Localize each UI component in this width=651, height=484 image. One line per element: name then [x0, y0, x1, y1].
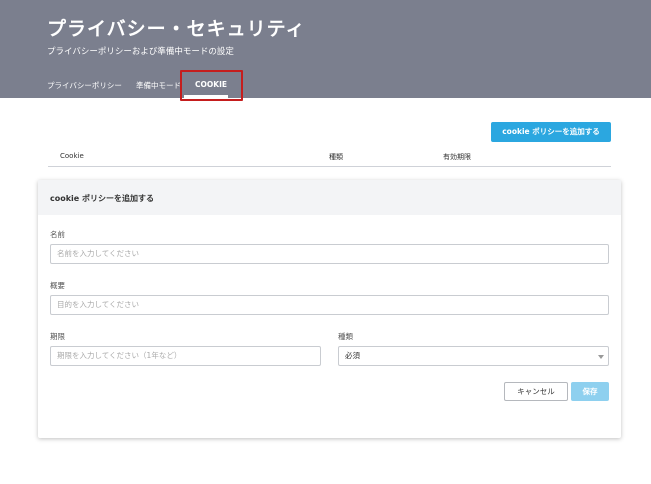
name-label: 名前: [50, 230, 65, 239]
type-label: 種類: [338, 332, 353, 341]
tab-highlight-box: [180, 70, 243, 101]
column-header-expiry: 有効期限: [443, 153, 471, 161]
type-select-value: 必須: [345, 351, 360, 360]
save-button[interactable]: 保存: [571, 382, 609, 401]
add-cookie-policy-panel: cookie ポリシーを追加する 名前 名前を入力してください 概要 目的を入力…: [38, 180, 621, 438]
add-cookie-policy-button[interactable]: cookie ポリシーを追加する: [491, 122, 611, 142]
description-input[interactable]: 目的を入力してください: [50, 295, 609, 315]
page-title: プライバシー・セキュリティ: [47, 18, 306, 40]
chevron-down-icon: [598, 355, 604, 359]
cookie-table-header: Cookie 種類 有効期限: [48, 145, 611, 167]
panel-title: cookie ポリシーを追加する: [50, 194, 155, 203]
type-select[interactable]: 必須: [338, 346, 609, 366]
panel-header: cookie ポリシーを追加する: [38, 180, 621, 215]
page-header: プライバシー・セキュリティ プライバシーポリシーおよび準備中モードの設定 プライ…: [0, 0, 651, 98]
tab-maintenance-mode[interactable]: 準備中モード: [136, 80, 181, 91]
column-header-cookie: Cookie: [60, 152, 84, 160]
expiry-input[interactable]: 期限を入力してください（1年など）: [50, 346, 321, 366]
description-label: 概要: [50, 281, 65, 290]
cancel-button[interactable]: キャンセル: [504, 382, 568, 401]
expiry-label: 期限: [50, 332, 65, 341]
name-input[interactable]: 名前を入力してください: [50, 244, 609, 264]
tab-privacy-policy[interactable]: プライバシーポリシー: [47, 80, 122, 91]
page-subtitle: プライバシーポリシーおよび準備中モードの設定: [47, 47, 234, 57]
column-header-type: 種類: [329, 153, 343, 161]
